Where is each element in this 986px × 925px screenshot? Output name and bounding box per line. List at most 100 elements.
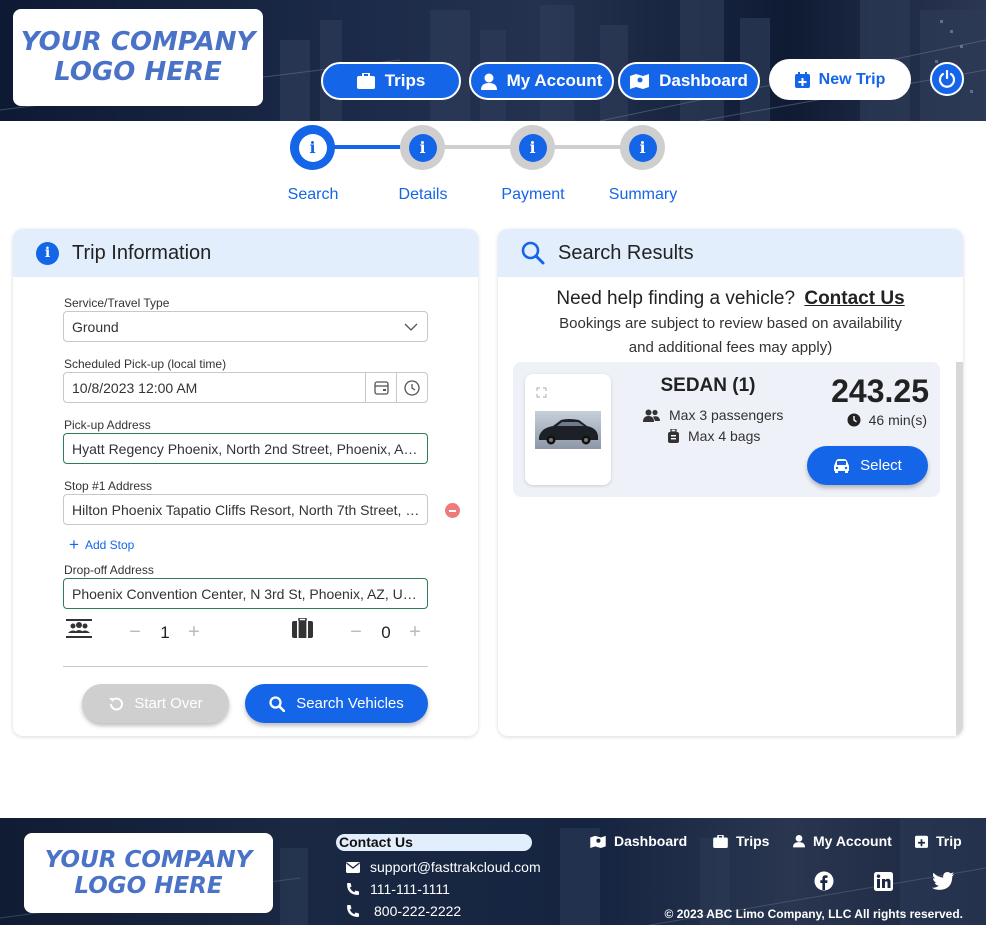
start-over-button[interactable]: Start Over: [82, 684, 229, 723]
step-payment-label[interactable]: Payment: [478, 186, 588, 204]
calendar-icon: [373, 381, 389, 395]
booking-note-line-2: and additional fees may apply): [628, 339, 833, 356]
vehicle-price: 243.25: [831, 373, 929, 409]
logo-line-2: LOGO HERE: [54, 56, 222, 87]
footer-contact-title: Contact Us: [336, 834, 532, 851]
start-over-label: Start Over: [134, 695, 203, 712]
user-icon: [480, 73, 497, 90]
pickup-address-label: Pick-up Address: [64, 418, 151, 432]
trip-information-header: i Trip Information: [13, 229, 478, 277]
search-icon: [269, 695, 286, 712]
footer-email[interactable]: support@fasttrakcloud.com: [346, 859, 541, 875]
chevron-down-icon: [404, 323, 418, 331]
footer-phone-2-text: 800-222-2222: [374, 903, 462, 919]
facebook-icon[interactable]: [814, 871, 834, 891]
footer-nav-trip[interactable]: Trip: [915, 833, 962, 849]
vehicle-duration-text: 46 min(s): [868, 412, 927, 428]
calendar-button[interactable]: [365, 373, 396, 402]
step-summary-circle[interactable]: i: [620, 125, 665, 170]
passengers-count: 1: [160, 623, 170, 642]
service-type-label: Service/Travel Type: [64, 296, 170, 310]
step-search-circle[interactable]: i: [290, 125, 335, 170]
stop-1-address-input[interactable]: Hilton Phoenix Tapatio Cliffs Resort, No…: [63, 494, 428, 525]
pickup-address-input[interactable]: Hyatt Regency Phoenix, North 2nd Street,…: [63, 433, 428, 464]
footer-nav-my-account-label: My Account: [813, 833, 892, 849]
company-logo[interactable]: YOUR COMPANY LOGO HERE: [13, 9, 263, 106]
footer-phone-1[interactable]: 111-111-1111: [346, 881, 450, 897]
footer-company-logo[interactable]: YOUR COMPANY LOGO HERE: [24, 833, 273, 913]
bags-decrement-button[interactable]: −: [347, 622, 365, 642]
calendar-plus-icon: [915, 835, 928, 848]
add-stop-link[interactable]: + Add Stop: [69, 536, 134, 553]
clock-button[interactable]: [396, 373, 427, 402]
info-icon: i: [298, 133, 327, 162]
phone-icon: [347, 883, 359, 895]
dropoff-address-label: Drop-off Address: [64, 563, 154, 577]
vehicle-name: SEDAN (1): [660, 375, 756, 396]
help-question: Need help finding a vehicle? Contact Us: [498, 288, 963, 310]
vehicle-passengers-text: Max 3 passengers: [669, 407, 784, 423]
remove-stop-button[interactable]: [445, 503, 460, 518]
booking-note-line-1: Bookings are subject to review based on …: [559, 315, 902, 332]
trip-information-card: i Trip Information Service/Travel Type G…: [13, 229, 478, 736]
form-divider: [63, 666, 428, 667]
footer-phone-2[interactable]: 800-222-2222: [346, 903, 461, 919]
logout-power-button[interactable]: [930, 62, 964, 96]
info-icon: i: [628, 133, 657, 162]
envelope-icon: [346, 861, 360, 873]
vehicle-result-card: SEDAN (1) Max 3 passengers Max 4 bags 24…: [513, 362, 940, 497]
select-vehicle-label: Select: [860, 457, 902, 474]
vehicle-bags-text: Max 4 bags: [688, 428, 761, 444]
dropoff-address-input[interactable]: Phoenix Convention Center, N 3rd St, Pho…: [63, 578, 428, 609]
luggage-icon: [292, 618, 313, 638]
new-trip-label: New Trip: [818, 70, 886, 88]
info-icon: i: [518, 133, 547, 162]
nav-my-account-button[interactable]: My Account: [469, 62, 614, 100]
header-banner: YOUR COMPANY LOGO HERE Trips My Account …: [0, 0, 986, 121]
sedan-car-image: [535, 411, 601, 449]
twitter-icon[interactable]: [932, 871, 954, 891]
footer-nav-dashboard[interactable]: Dashboard: [590, 833, 687, 849]
service-type-select[interactable]: Ground: [63, 311, 428, 342]
info-icon: i: [36, 241, 59, 265]
select-vehicle-button[interactable]: Select: [807, 446, 928, 485]
step-search-label[interactable]: Search: [258, 186, 368, 204]
service-type-value: Ground: [72, 318, 119, 335]
bags-count: 0: [381, 623, 391, 642]
footer-email-text: support@fasttrakcloud.com: [370, 859, 541, 875]
vehicle-passengers: Max 3 passengers: [643, 407, 783, 423]
nav-dashboard-label: Dashboard: [659, 71, 748, 90]
linkedin-icon[interactable]: [873, 871, 893, 891]
pickup-time-label: Scheduled Pick-up (local time): [64, 357, 227, 371]
footer-nav-trips-label: Trips: [736, 833, 770, 849]
nav-dashboard-button[interactable]: Dashboard: [618, 62, 760, 100]
search-results-card: Search Results Need help finding a vehic…: [498, 229, 963, 736]
footer-nav-trips[interactable]: Trips: [713, 833, 769, 849]
results-scrollbar[interactable]: [956, 362, 963, 735]
help-question-text: Need help finding a vehicle?: [556, 288, 796, 309]
nav-trips-label: Trips: [384, 71, 426, 90]
passengers-increment-button[interactable]: +: [185, 622, 203, 642]
nav-trips-button[interactable]: Trips: [321, 62, 461, 100]
search-results-header: Search Results: [498, 229, 963, 277]
search-vehicles-button[interactable]: Search Vehicles: [245, 684, 428, 723]
step-details-circle[interactable]: i: [400, 125, 445, 170]
step-details-label[interactable]: Details: [368, 186, 478, 204]
new-trip-button[interactable]: New Trip: [769, 59, 911, 100]
vehicle-thumbnail[interactable]: [525, 374, 611, 485]
passengers-decrement-button[interactable]: −: [126, 622, 144, 642]
footer-nav-my-account[interactable]: My Account: [793, 833, 892, 849]
dropoff-address-value: Phoenix Convention Center, N 3rd St, Pho…: [72, 585, 422, 602]
search-results-title: Search Results: [558, 241, 694, 264]
step-payment-circle[interactable]: i: [510, 125, 555, 170]
map-icon: [590, 835, 606, 848]
pickup-time-field[interactable]: 10/8/2023 12:00 AM: [63, 372, 428, 403]
contact-us-link[interactable]: Contact Us: [804, 288, 904, 309]
footer-nav-trip-label: Trip: [936, 833, 962, 849]
info-icon: i: [408, 133, 437, 162]
clock-icon: [847, 413, 861, 427]
bags-increment-button[interactable]: +: [406, 622, 424, 642]
footer-nav-dashboard-label: Dashboard: [614, 833, 688, 849]
expand-icon[interactable]: [536, 387, 547, 398]
step-summary-label[interactable]: Summary: [588, 186, 698, 204]
